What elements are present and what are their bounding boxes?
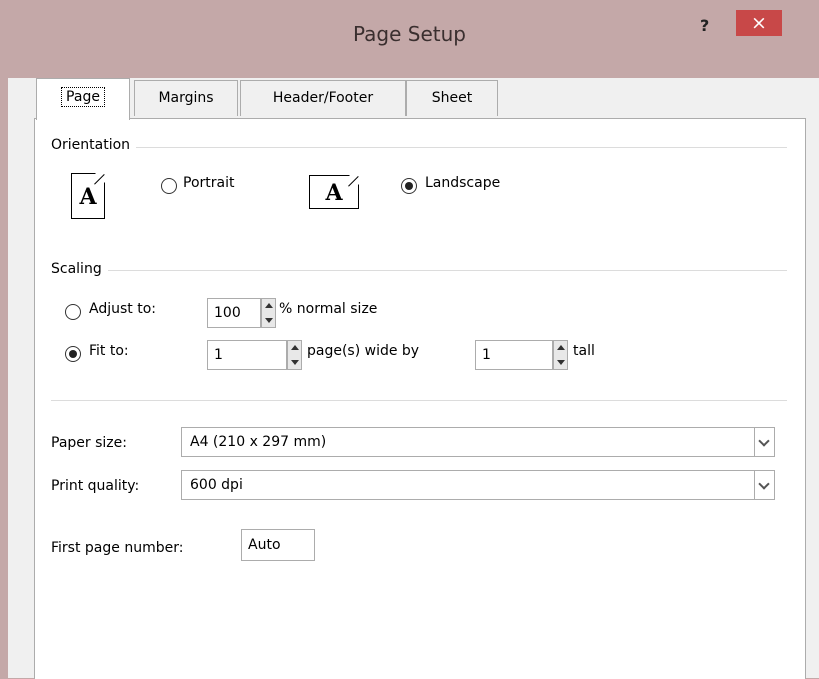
title-bar: Page Setup ? ×: [0, 0, 819, 78]
landscape-icon-letter: A: [325, 180, 343, 206]
tab-page[interactable]: Page: [36, 78, 130, 120]
tab-sheet-label: Sheet: [431, 90, 473, 106]
tab-margins-label: Margins: [158, 90, 214, 106]
print-quality-dropdown[interactable]: 600 dpi: [181, 470, 775, 500]
adjust-to-spinner[interactable]: [261, 298, 276, 328]
landscape-page-icon: A: [309, 175, 359, 209]
paper-size-label: Paper size:: [51, 435, 127, 451]
normal-size-label: % normal size: [279, 301, 378, 317]
fit-wide-input[interactable]: 1: [207, 340, 287, 370]
print-quality-value: 600 dpi: [190, 477, 243, 493]
chevron-down-icon[interactable]: [754, 428, 774, 456]
page-tab-panel: Orientation A Portrait A Landscape Scali…: [34, 118, 806, 679]
fit-tall-spinner[interactable]: [553, 340, 568, 370]
scaling-group-line: [51, 270, 787, 271]
paper-size-value: A4 (210 x 297 mm): [190, 434, 327, 450]
landscape-radio[interactable]: [401, 178, 417, 194]
portrait-page-icon: A: [71, 173, 105, 219]
portrait-label[interactable]: Portrait: [183, 175, 234, 191]
tall-label: tall: [573, 343, 595, 359]
landscape-label[interactable]: Landscape: [425, 175, 500, 191]
close-button[interactable]: ×: [736, 10, 782, 36]
portrait-radio[interactable]: [161, 178, 177, 194]
scaling-group-label: Scaling: [51, 261, 108, 277]
section-divider: [51, 400, 787, 401]
tab-header-footer[interactable]: Header/Footer: [240, 80, 406, 116]
fit-wide-spinner[interactable]: [287, 340, 302, 370]
first-page-number-label: First page number:: [51, 540, 184, 556]
orientation-group-label: Orientation: [51, 137, 137, 153]
portrait-icon-letter: A: [79, 184, 97, 210]
fit-to-radio[interactable]: [65, 346, 81, 362]
tab-margins[interactable]: Margins: [134, 80, 238, 116]
print-quality-label: Print quality:: [51, 478, 140, 494]
window-title: Page Setup: [353, 22, 466, 46]
adjust-to-input[interactable]: 100: [207, 298, 261, 328]
paper-size-dropdown[interactable]: A4 (210 x 297 mm): [181, 427, 775, 457]
help-button[interactable]: ?: [700, 16, 709, 35]
chevron-down-icon[interactable]: [754, 471, 774, 499]
tab-sheet[interactable]: Sheet: [406, 80, 498, 116]
wide-by-label: page(s) wide by: [307, 343, 420, 359]
fit-to-label[interactable]: Fit to:: [89, 343, 129, 359]
orientation-group-line: [51, 147, 787, 148]
fit-tall-input[interactable]: 1: [475, 340, 553, 370]
tab-header-footer-label: Header/Footer: [272, 90, 374, 106]
adjust-to-radio[interactable]: [65, 304, 81, 320]
adjust-to-label[interactable]: Adjust to:: [89, 301, 156, 317]
tab-page-label: Page: [61, 87, 105, 107]
first-page-number-input[interactable]: Auto: [241, 529, 315, 561]
